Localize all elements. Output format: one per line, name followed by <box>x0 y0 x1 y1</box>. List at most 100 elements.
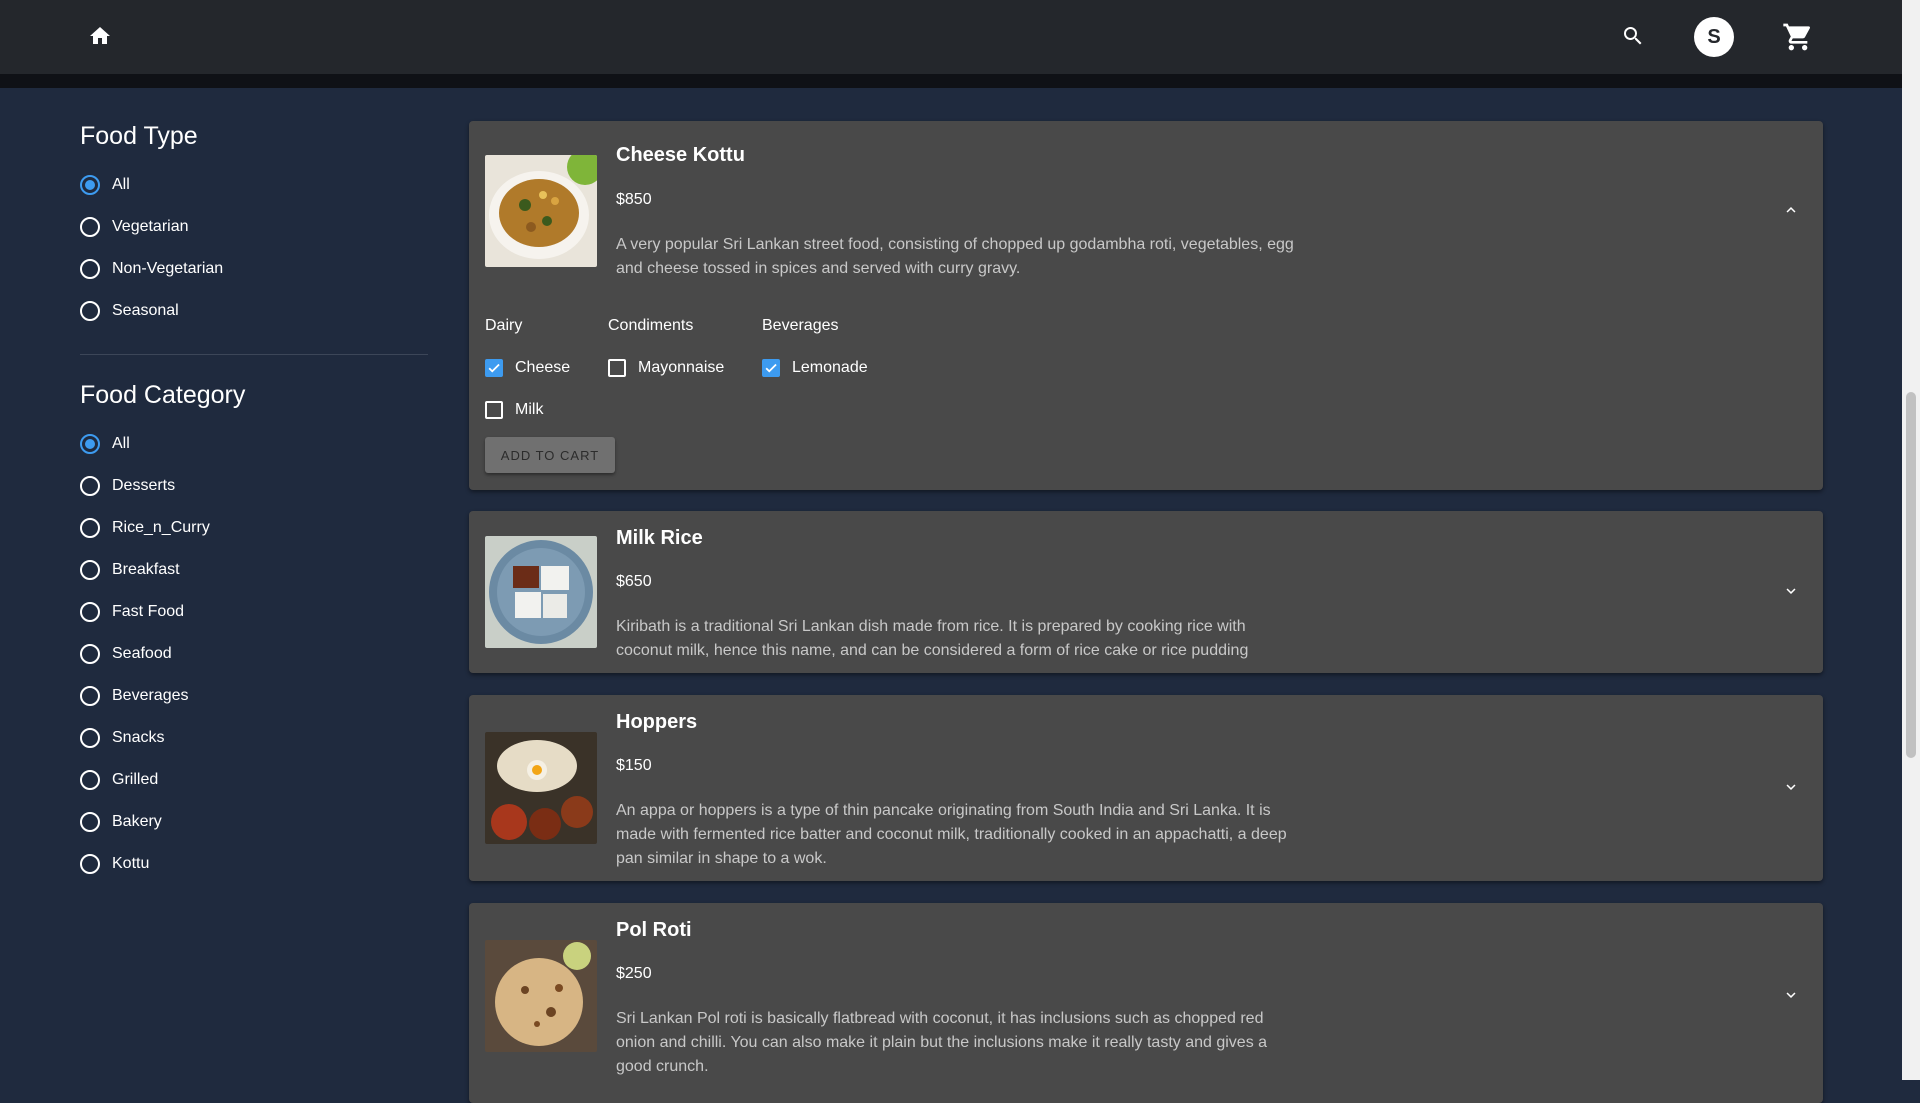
food-category-option-desserts[interactable]: Desserts <box>80 465 430 507</box>
food-category-option-fast-food[interactable]: Fast Food <box>80 591 430 633</box>
radio-button[interactable] <box>80 812 100 832</box>
option-label: Milk <box>515 401 544 418</box>
radio-button[interactable] <box>80 644 100 664</box>
item-price: $150 <box>616 757 652 774</box>
checkbox-milk[interactable] <box>485 401 503 419</box>
app-bar: S <box>0 0 1902 74</box>
food-category-option-bakery[interactable]: Bakery <box>80 801 430 843</box>
cart-button[interactable] <box>1780 19 1816 55</box>
food-card-milk-rice[interactable]: Milk Rice $650 Kiribath is a traditional… <box>469 511 1823 673</box>
radio-label: Non-Vegetarian <box>112 260 224 277</box>
option-group-title: Condiments <box>608 317 694 334</box>
radio-label: Breakfast <box>112 561 180 578</box>
food-image-milk-rice <box>485 536 597 648</box>
item-price: $850 <box>616 191 652 208</box>
radio-button[interactable] <box>80 728 100 748</box>
item-description: Sri Lankan Pol roti is basically flatbre… <box>616 1010 1268 1075</box>
option-group-dairy: Dairy Cheese Milk <box>485 313 570 431</box>
food-category-option-snacks[interactable]: Snacks <box>80 717 430 759</box>
food-type-option-vegetarian[interactable]: Vegetarian <box>80 206 430 248</box>
food-type-title: Food Type <box>80 122 198 150</box>
chevron-down-icon <box>1786 588 1796 594</box>
radio-label: Grilled <box>112 771 159 788</box>
food-category-option-grilled[interactable]: Grilled <box>80 759 430 801</box>
food-category-option-all[interactable]: All <box>80 423 430 465</box>
scrollbar-thumb[interactable] <box>1906 392 1916 758</box>
food-type-option-seasonal[interactable]: Seasonal <box>80 290 430 332</box>
food-category-option-seafood[interactable]: Seafood <box>80 633 430 675</box>
expand-button[interactable] <box>1779 579 1803 603</box>
food-category-option-rice-n-curry[interactable]: Rice_n_Curry <box>80 507 430 549</box>
radio-label: Seasonal <box>112 302 179 319</box>
checkbox-mayonnaise[interactable] <box>608 359 626 377</box>
user-avatar[interactable]: S <box>1694 17 1734 57</box>
option-cheese[interactable]: Cheese <box>485 347 570 389</box>
radio-button[interactable] <box>80 770 100 790</box>
radio-button[interactable] <box>80 518 100 538</box>
option-milk[interactable]: Milk <box>485 389 570 431</box>
food-card-hoppers[interactable]: Hoppers $150 An appa or hoppers is a typ… <box>469 695 1823 881</box>
food-image-hoppers <box>485 732 597 844</box>
food-category-option-kottu[interactable]: Kottu <box>80 843 430 885</box>
radio-label: Rice_n_Curry <box>112 519 210 536</box>
expand-button[interactable] <box>1779 775 1803 799</box>
radio-label: Vegetarian <box>112 218 189 235</box>
radio-label: Seafood <box>112 645 172 662</box>
home-button[interactable] <box>84 20 116 52</box>
option-mayonnaise[interactable]: Mayonnaise <box>608 347 724 389</box>
collapse-button[interactable] <box>1779 198 1803 222</box>
radio-label: Beverages <box>112 687 189 704</box>
radio-button[interactable] <box>80 217 100 237</box>
item-description: A very popular Sri Lankan street food, c… <box>616 236 1294 277</box>
radio-button[interactable] <box>80 686 100 706</box>
option-label: Lemonade <box>792 359 868 376</box>
radio-label: Kottu <box>112 855 150 872</box>
filter-sidebar: Food Type All Vegetarian Non-Vegetarian Sea… <box>80 116 430 885</box>
home-icon <box>90 27 110 44</box>
app-bar-divider <box>0 74 1902 88</box>
item-description: An appa or hoppers is a type of thin pan… <box>616 802 1287 867</box>
radio-button[interactable] <box>80 476 100 496</box>
item-name: Milk Rice <box>616 527 703 549</box>
option-group-title: Dairy <box>485 317 523 334</box>
radio-button[interactable] <box>80 854 100 874</box>
radio-button[interactable] <box>80 560 100 580</box>
item-price: $250 <box>616 965 652 982</box>
food-type-option-non-vegetarian[interactable]: Non-Vegetarian <box>80 248 430 290</box>
checkbox-cheese[interactable] <box>485 359 503 377</box>
checkbox-lemonade[interactable] <box>762 359 780 377</box>
expand-button[interactable] <box>1779 983 1803 1007</box>
radio-button[interactable] <box>80 259 100 279</box>
radio-label: Fast Food <box>112 603 185 620</box>
radio-label: All <box>112 176 130 193</box>
food-category-option-breakfast[interactable]: Breakfast <box>80 549 430 591</box>
food-category-option-beverages[interactable]: Beverages <box>80 675 430 717</box>
option-group-beverages: Beverages Lemonade <box>762 313 868 389</box>
radio-button[interactable] <box>80 175 100 195</box>
shopping-cart-icon <box>1783 23 1811 51</box>
food-category-radio-group: All Desserts Rice_n_Curry Breakfast Fast Foo… <box>80 423 430 885</box>
page-scrollbar[interactable] <box>1902 0 1920 1080</box>
food-category-title: Food Category <box>80 381 246 409</box>
search-button[interactable] <box>1617 20 1649 52</box>
radio-button[interactable] <box>80 602 100 622</box>
radio-label: Bakery <box>112 813 162 830</box>
food-image-cheese-kottu <box>485 155 597 267</box>
radio-button[interactable] <box>80 434 100 454</box>
food-card-pol-roti[interactable]: Pol Roti $250 Sri Lankan Pol roti is bas… <box>469 903 1823 1103</box>
radio-button[interactable] <box>80 301 100 321</box>
add-to-cart-button[interactable]: ADD TO CART <box>485 437 615 473</box>
food-card-cheese-kottu[interactable]: Cheese Kottu $850 A very popular Sri Lan… <box>469 121 1823 490</box>
radio-label: Snacks <box>112 729 165 746</box>
option-label: Mayonnaise <box>638 359 725 376</box>
option-group-title: Beverages <box>762 317 839 334</box>
food-type-option-all[interactable]: All <box>80 164 430 206</box>
chevron-down-icon <box>1786 992 1796 998</box>
option-lemonade[interactable]: Lemonade <box>762 347 868 389</box>
item-name: Pol Roti <box>616 919 692 941</box>
radio-label: Desserts <box>112 477 176 494</box>
search-icon <box>1624 27 1642 45</box>
item-description: Kiribath is a traditional Sri Lankan dis… <box>616 618 1249 659</box>
option-group-condiments: Condiments Mayonnaise <box>608 313 724 389</box>
food-type-radio-group: All Vegetarian Non-Vegetarian Seasonal <box>80 164 430 332</box>
